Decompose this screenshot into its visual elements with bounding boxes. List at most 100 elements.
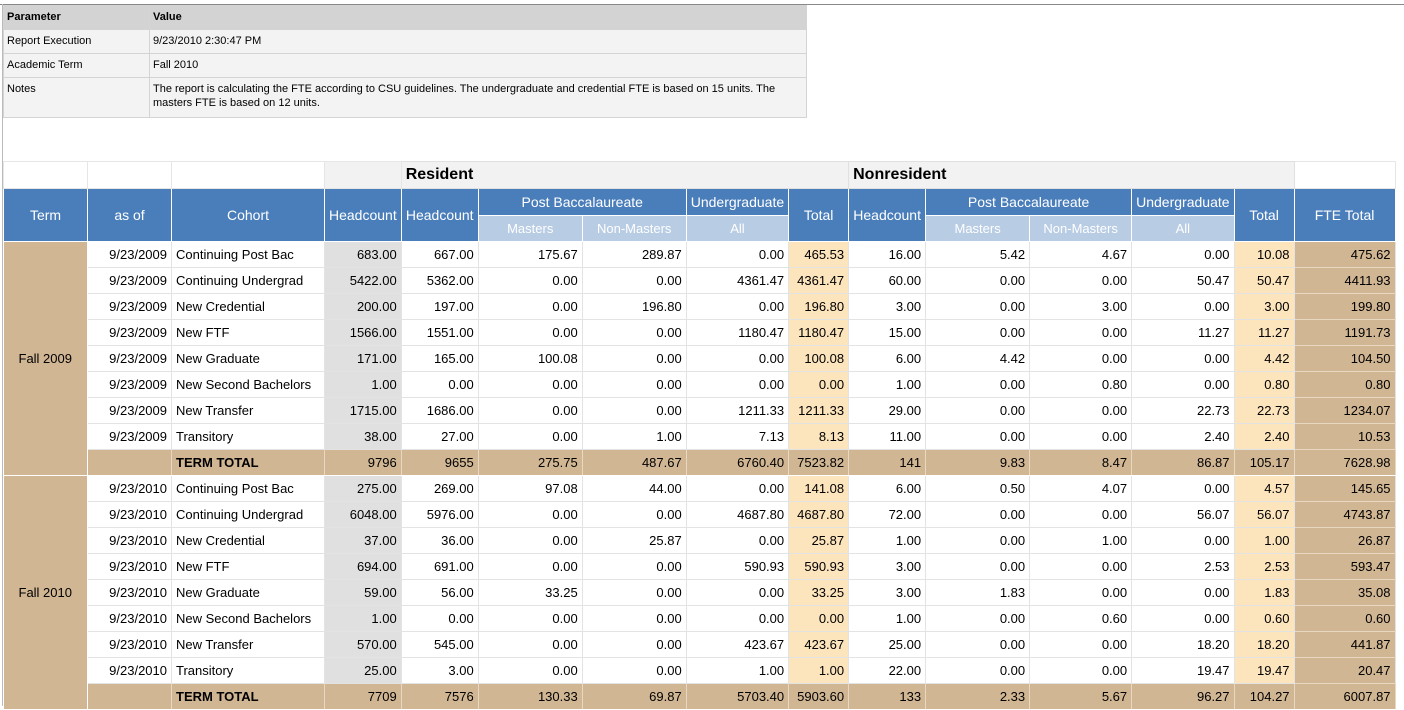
- resident-masters-cell: 0.00: [478, 605, 583, 632]
- parameters-header-row: Parameter Value: [3, 5, 807, 30]
- nonresident-non-masters-subheader: Non-Masters: [1029, 215, 1133, 242]
- as-of-cell: 9/23/2010: [87, 527, 172, 554]
- headcount-column-header: Headcount: [324, 188, 402, 242]
- cohort-cell: New Credential: [171, 527, 325, 554]
- headcount-cell: 1715.00: [324, 397, 402, 424]
- fte-total-cell: 104.50: [1294, 345, 1396, 372]
- table-row: 9/23/2009 New Credential 200.00 197.00 0.00 1…: [4, 293, 1396, 320]
- as-of-column-header: as of: [87, 188, 172, 242]
- nonresident-undergraduate-header: Undergraduate: [1131, 188, 1235, 216]
- nonresident-non-masters-cell: 0.00: [1029, 501, 1133, 528]
- table-row: Fall 2010 9/23/2010 Continuing Post Bac 275…: [3, 475, 1396, 710]
- resident-total-cell: 4687.80: [788, 501, 850, 528]
- nonresident-undergrad-all-cell: 18.20: [1131, 631, 1235, 658]
- nonresident-non-masters-cell: 0.60: [1029, 605, 1133, 632]
- nonresident-headcount-cell: 72.00: [848, 501, 927, 528]
- fte-total-column-header: FTE Total: [1293, 188, 1396, 242]
- cohort-cell: New FTF: [171, 553, 325, 580]
- resident-non-masters-cell: 0.00: [582, 319, 687, 346]
- resident-undergrad-all-cell: 1180.47: [686, 319, 790, 346]
- resident-non-masters-cell: 196.80: [582, 293, 687, 320]
- nonresident-non-masters-cell: 3.00: [1029, 293, 1133, 320]
- fte-total-cell: 1234.07: [1294, 397, 1396, 424]
- nonresident-total-cell: 2.53: [1234, 553, 1295, 580]
- cohort-cell: New Second Bachelors: [171, 605, 325, 632]
- nonresident-total-cell: 0.60: [1234, 605, 1295, 632]
- resident-non-masters-cell: 0.00: [582, 397, 687, 424]
- term-column-header: Term: [3, 188, 88, 242]
- resident-masters-cell: 0.00: [478, 267, 583, 294]
- fte-total-cell: 0.60: [1294, 605, 1396, 632]
- nonresident-masters-cell: 0.00: [925, 657, 1031, 684]
- cohort-cell: New Transfer: [171, 397, 325, 424]
- resident-headcount-cell: 667.00: [401, 241, 479, 268]
- headcount-cell: 570.00: [324, 631, 402, 658]
- nonresident-headcount-cell: 6.00: [848, 345, 927, 372]
- parameter-value: Fall 2010: [149, 53, 807, 78]
- nonresident-undergrad-all-cell: 0.00: [1131, 345, 1235, 372]
- nonresident-masters-subheader: Masters: [925, 215, 1031, 242]
- headcount-cell: 275.00: [324, 475, 402, 502]
- nonresident-undergrad-all-cell: 0.00: [1131, 241, 1235, 268]
- as-of-cell: 9/23/2010: [87, 657, 172, 684]
- cohort-cell: Transitory: [171, 657, 325, 684]
- nonresident-non-masters-cell: 0.00: [1029, 631, 1133, 658]
- fte-total-cell: 4743.87: [1294, 501, 1396, 528]
- value-column-header: Value: [149, 5, 807, 30]
- nonresident-non-masters-cell: 0.00: [1029, 657, 1133, 684]
- resident-headcount-cell: 545.00: [401, 631, 479, 658]
- resident-masters-cell: 0.00: [478, 553, 583, 580]
- headcount-cell: 37.00: [324, 527, 402, 554]
- term-cell: Fall 2010: [3, 475, 88, 710]
- nonresident-undergrad-all-cell: 50.47: [1131, 267, 1235, 294]
- resident-non-masters-cell: 25.87: [582, 527, 687, 554]
- nonresident-non-masters-cell: 1.00: [1029, 527, 1133, 554]
- headcount-cell: 6048.00: [324, 501, 402, 528]
- table-row: 9/23/2009 Transitory 38.00 27.00 0.00 1.00 7.1…: [4, 423, 1396, 450]
- nonresident-undergrad-all-cell: 19.47: [1131, 657, 1235, 684]
- cohort-cell: New Transfer: [171, 631, 325, 658]
- resident-total-header: Total: [788, 188, 850, 242]
- nonresident-headcount-cell: 16.00: [848, 241, 927, 268]
- nonresident-undergrad-all-cell: 0.00: [1131, 579, 1235, 606]
- resident-masters-cell: 0.00: [478, 657, 583, 684]
- nonresident-masters-cell: 0.00: [925, 501, 1031, 528]
- nonresident-group-label: Nonresident: [848, 161, 1295, 189]
- nonresident-all-subheader: All: [1131, 215, 1235, 242]
- resident-total-cell: 25.87: [788, 527, 850, 554]
- resident-headcount-cell: 5362.00: [401, 267, 479, 294]
- resident-headcount-cell: 0.00: [401, 371, 479, 398]
- resident-non-masters-subheader: Non-Masters: [581, 215, 687, 242]
- resident-undergrad-all-cell: 0.00: [686, 293, 790, 320]
- nonresident-non-masters-cell: 0.00: [1029, 267, 1133, 294]
- resident-total-cell: 4361.47: [788, 267, 850, 294]
- resident-total-cell: 7523.82: [788, 449, 850, 476]
- nonresident-headcount-cell: 29.00: [848, 397, 927, 424]
- cohort-column-header: Cohort: [171, 188, 325, 242]
- headcount-cell: 25.00: [324, 657, 402, 684]
- parameter-column-header: Parameter: [3, 5, 150, 30]
- resident-headcount-cell: 269.00: [401, 475, 479, 502]
- resident-masters-subheader: Masters: [477, 215, 583, 242]
- resident-non-masters-cell: 0.00: [582, 501, 687, 528]
- nonresident-headcount-cell: 25.00: [848, 631, 927, 658]
- fte-total-cell: 145.65: [1294, 475, 1396, 502]
- parameter-name: Report Execution: [3, 29, 150, 54]
- headcount-cell: 200.00: [324, 293, 402, 320]
- headcount-cell: 38.00: [324, 423, 402, 450]
- table-row: 9/23/2010 Continuing Undergrad 6048.00 5976…: [4, 501, 1396, 528]
- nonresident-total-cell: 105.17: [1234, 449, 1295, 476]
- cohort-cell: Continuing Post Bac: [171, 241, 325, 268]
- term-total-row: TERM TOTAL 9796 9655 275.75 487.67 6760.40 752…: [4, 449, 1396, 476]
- as-of-cell: 9/23/2009: [87, 345, 172, 372]
- as-of-cell: 9/23/2009: [87, 267, 172, 294]
- nonresident-undergrad-all-cell: 2.40: [1131, 423, 1235, 450]
- as-of-cell: 9/23/2010: [87, 501, 172, 528]
- resident-headcount-cell: 1686.00: [401, 397, 479, 424]
- resident-masters-cell: 0.00: [478, 631, 583, 658]
- fte-total-cell: 199.80: [1294, 293, 1396, 320]
- resident-headcount-cell: 197.00: [401, 293, 479, 320]
- resident-undergrad-all-cell: 0.00: [686, 579, 790, 606]
- nonresident-masters-cell: 0.00: [925, 293, 1031, 320]
- parameter-value: The report is calculating the FTE accord…: [149, 77, 807, 118]
